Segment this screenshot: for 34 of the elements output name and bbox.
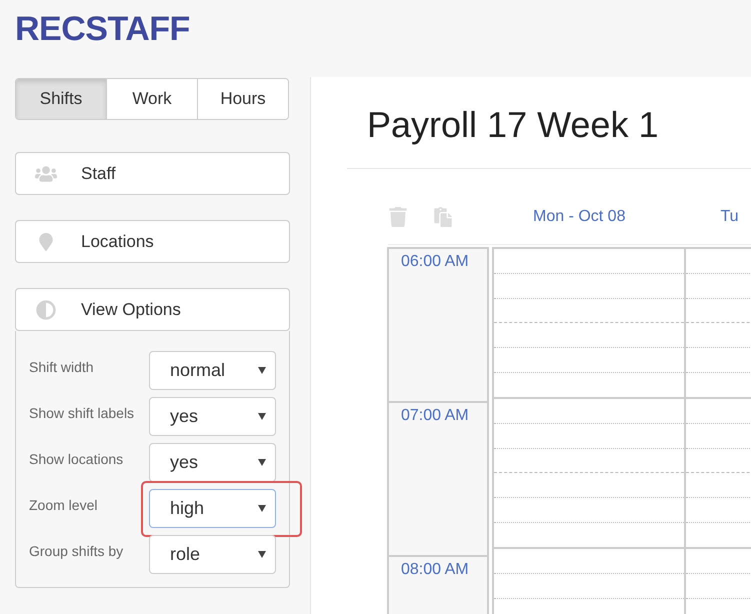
day-header: Mon - Oct 08 [533,208,626,226]
time-label: 07:00 AM [401,407,469,424]
option-label: Shift width [29,359,94,375]
page-title: Payroll 17 Week 1 [367,103,660,147]
paste-icon[interactable] [433,207,453,227]
panel-header[interactable]: Locations [15,220,290,263]
option-label: Show locations [29,451,124,467]
option-select[interactable]: role [149,535,276,574]
panel-title: Locations [81,232,154,252]
option-label: Show shift labels [29,405,134,421]
option-select[interactable]: high [149,489,276,528]
view-tab[interactable]: Hours [197,79,288,119]
trash-icon[interactable] [388,207,408,227]
logo: RECSTAFF [15,10,191,48]
caret-icon [258,551,266,558]
panel-title: Staff [81,164,116,184]
option-select[interactable]: normal [149,351,276,390]
option-select[interactable]: yes [149,397,276,436]
option-select[interactable]: yes [149,443,276,482]
contrast-icon [36,300,56,320]
caret-icon [258,459,266,466]
map-pin-icon [37,232,55,250]
time-label: 08:00 AM [401,561,469,578]
panel-header[interactable]: View Options [15,288,290,331]
view-tab[interactable]: Shifts [16,79,106,119]
time-label: 06:00 AM [401,253,469,270]
panel-title: View Options [81,300,181,320]
option-label: Group shifts by [29,543,124,559]
panel-header[interactable]: Staff [15,152,290,195]
option-label: Zoom level [29,497,98,513]
day-header: Tu [720,208,739,226]
caret-icon [258,367,266,374]
caret-icon [258,505,266,512]
caret-icon [258,413,266,420]
